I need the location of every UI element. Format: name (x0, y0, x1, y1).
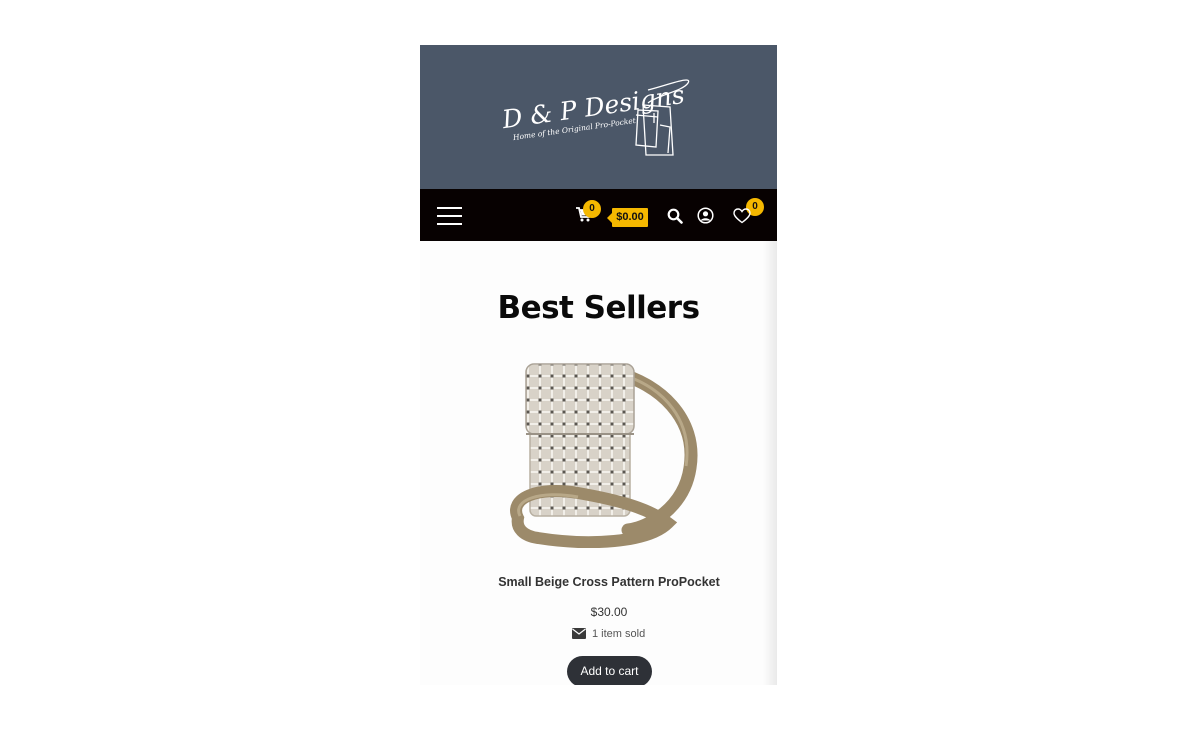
menu-icon[interactable] (437, 207, 462, 225)
product-photo (510, 363, 698, 548)
add-to-cart-button[interactable]: Add to cart (567, 656, 652, 685)
sold-count: 1 item sold (420, 627, 777, 643)
logo-graphic: D & P Designs Home of the Original Pro-P… (499, 79, 690, 156)
cart-count-badge: 0 (583, 200, 601, 218)
site-logo[interactable]: D & P Designs Home of the Original Pro-P… (498, 55, 698, 165)
wishlist-button[interactable] (733, 208, 751, 224)
header-banner: D & P Designs Home of the Original Pro-P… (420, 45, 777, 189)
sold-text: 1 item sold (592, 628, 646, 640)
heart-icon (733, 208, 751, 224)
envelope-icon (572, 628, 586, 639)
section-title: Best Sellers (497, 290, 700, 326)
nav-bar: 0 $0.00 0 (420, 189, 777, 241)
product-name[interactable]: Small Beige Cross Pattern ProPocket (420, 575, 777, 589)
product-image[interactable] (498, 358, 698, 548)
account-button[interactable] (697, 207, 714, 224)
search-button[interactable] (667, 208, 683, 224)
cart-total[interactable]: $0.00 (607, 208, 648, 227)
search-icon (667, 208, 683, 224)
user-icon (697, 207, 714, 224)
mobile-viewport: D & P Designs Home of the Original Pro-P… (420, 45, 777, 685)
product-price: $30.00 (590, 605, 628, 619)
